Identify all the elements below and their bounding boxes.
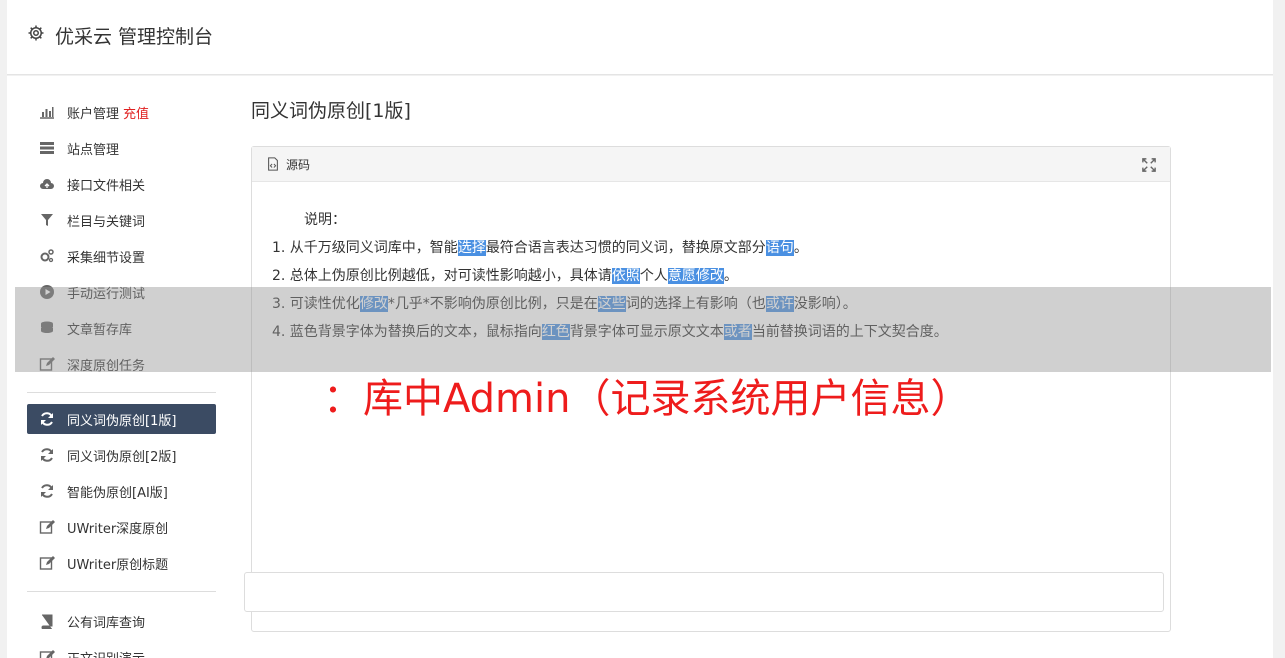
refresh-icon [38,410,56,428]
cloud-upload-icon [38,175,56,193]
sidebar-item-label: 同义词伪原创[2版] [67,449,177,465]
sidebar-item-synonym-v1[interactable]: 同义词伪原创[1版] [27,404,216,434]
sidebar-divider [27,591,216,592]
result-panel [244,572,1164,612]
sidebar-item-collect-settings[interactable]: 采集细节设置 [27,238,216,274]
sidebar-item-label: 公有词库查询 [67,615,146,631]
overlay-band [15,287,1271,372]
sidebar-item-label: 站点管理 [67,142,120,158]
filter-icon [38,211,56,229]
sidebar-divider [27,392,216,393]
explain-line: 2. 总体上伪原创比例越低，对可读性影响越小，具体请依照个人意愿修改。 [272,268,738,284]
sidebar-item-label: UWriter深度原创 [67,521,169,537]
sidebar-item-account[interactable]: 账户管理 充值 [27,94,216,130]
sidebar: 账户管理 充值 站点管理 接口文件相关 栏目与关键词 采集细节设置 手动运行测试… [27,94,216,658]
edit-icon [38,518,56,536]
page-title: 同义词伪原创[1版] [251,100,411,122]
sidebar-item-label: 智能伪原创[AI版] [67,485,168,501]
top-header: 优采云 管理控制台 [7,0,1273,75]
sidebar-item-uwriter-title[interactable]: UWriter原创标题 [27,545,216,581]
sidebar-item-text-recognition[interactable]: 正文识别演示 [27,639,216,658]
book-icon [38,612,56,630]
sidebar-item-label: 同义词伪原创[1版] [67,413,177,429]
sidebar-item-ai-rewrite[interactable]: 智能伪原创[AI版] [27,473,216,509]
overlay-caption: ：库中Admin（记录系统用户信息） [323,376,971,422]
edit-icon [38,554,56,572]
sidebar-item-label: 正文识别演示 [67,648,145,658]
explain-heading: 说明： [304,212,346,228]
replaced-word[interactable]: 意愿 [667,268,696,284]
sidebar-item-sites[interactable]: 站点管理 [27,130,216,166]
sidebar-item-interface[interactable]: 接口文件相关 [27,166,216,202]
recharge-link[interactable]: 充值 [123,103,149,122]
gear-icon [28,25,44,41]
bar-chart-icon [38,103,56,121]
sidebar-group-3: 公有词库查询 正文识别演示 [27,603,216,658]
sidebar-item-uwriter-deep[interactable]: UWriter深度原创 [27,509,216,545]
edit-icon [38,648,56,658]
refresh-icon [38,446,56,464]
sidebar-item-label: 采集细节设置 [67,250,146,266]
server-icon [38,139,56,157]
sidebar-item-label: 栏目与关键词 [67,214,146,230]
refresh-icon [38,482,56,500]
sidebar-group-2: 同义词伪原创[1版] 同义词伪原创[2版] 智能伪原创[AI版] UWriter… [27,404,216,581]
sidebar-item-label: 接口文件相关 [67,178,146,194]
replaced-word[interactable]: 修改 [695,268,724,284]
code-file-icon [268,157,278,171]
replaced-word[interactable]: 选择 [457,240,486,256]
explain-line: 1. 从千万级同义词库中，智能选择最符合语言表达习惯的同义词，替换原文部分语句。 [272,240,808,256]
app-title: 优采云 管理控制台 [55,26,214,48]
panel-title: 源码 [286,157,311,172]
cogs-icon [38,247,56,265]
sidebar-item-columns[interactable]: 栏目与关键词 [27,202,216,238]
sidebar-item-synonym-v2[interactable]: 同义词伪原创[2版] [27,437,216,473]
sidebar-item-label: 账户管理 [67,106,120,122]
sidebar-item-public-lexicon[interactable]: 公有词库查询 [27,603,216,639]
expand-icon[interactable] [1142,158,1156,172]
replaced-word[interactable]: 语句 [765,240,794,256]
replaced-word[interactable]: 依照 [611,268,640,284]
panel-header: 源码 [252,147,1170,182]
sidebar-item-label: UWriter原创标题 [67,557,169,573]
